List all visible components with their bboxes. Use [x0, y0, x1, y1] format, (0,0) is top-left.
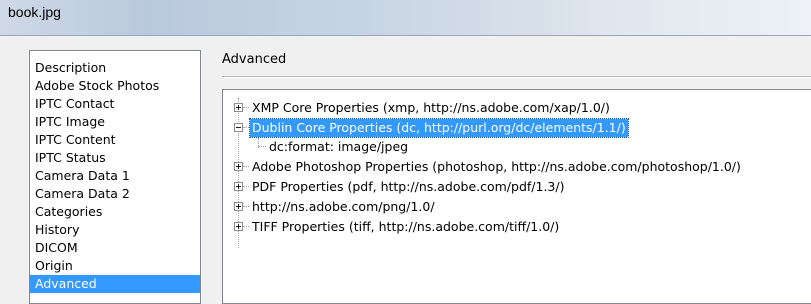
tree-node-label[interactable]: Dublin Core Properties (dc, http://purl.…	[249, 118, 629, 138]
tree-connector-stub	[243, 127, 249, 128]
tree-node-row[interactable]: XMP Core Properties (xmp, http://ns.adob…	[223, 99, 808, 117]
tree-node-label[interactable]: http://ns.adobe.com/png/1.0/	[250, 198, 437, 216]
expand-icon[interactable]	[234, 222, 243, 231]
title-bar[interactable]: book.jpg	[0, 0, 811, 36]
category-list[interactable]: Description Adobe Stock Photos IPTC Contac…	[29, 50, 201, 304]
category-item-iptc-contact[interactable]: IPTC Contact	[30, 95, 200, 113]
tree-child-label: dc:format: image/jpeg	[269, 139, 409, 154]
category-item-advanced[interactable]: Advanced	[30, 275, 200, 293]
tree-connector-stub	[243, 206, 249, 207]
heading-divider	[222, 76, 811, 78]
category-item-camera-data-1[interactable]: Camera Data 1	[30, 167, 200, 185]
category-item-history[interactable]: History	[30, 221, 200, 239]
tree-connector-stub	[243, 107, 249, 108]
category-item-origin[interactable]: Origin	[30, 257, 200, 275]
panel-heading: Advanced	[222, 52, 287, 67]
category-item-dicom[interactable]: DICOM	[30, 239, 200, 257]
expand-icon[interactable]	[234, 182, 243, 191]
tree-node-row[interactable]: Adobe Photoshop Properties (photoshop, h…	[223, 158, 808, 176]
tree-node-row[interactable]: Dublin Core Properties (dc, http://purl.…	[223, 118, 808, 138]
expand-icon[interactable]	[234, 162, 243, 171]
collapse-icon[interactable]	[234, 123, 243, 132]
category-item-categories[interactable]: Categories	[30, 203, 200, 221]
tree-child-row[interactable]: dc:format: image/jpeg	[223, 138, 808, 156]
tree-node-label[interactable]: XMP Core Properties (xmp, http://ns.adob…	[250, 99, 612, 117]
category-item-iptc-status[interactable]: IPTC Status	[30, 149, 200, 167]
tree-connector-stub	[243, 186, 249, 187]
expand-icon[interactable]	[234, 202, 243, 211]
tree-node-label[interactable]: TIFF Properties (tiff, http://ns.adobe.c…	[250, 218, 561, 236]
tree-connector-stub	[258, 146, 266, 147]
window-title: book.jpg	[8, 4, 61, 20]
properties-tree[interactable]: XMP Core Properties (xmp, http://ns.adob…	[222, 89, 811, 304]
tree-node-row[interactable]: PDF Properties (pdf, http://ns.adobe.com…	[223, 178, 808, 196]
tree-node-row[interactable]: TIFF Properties (tiff, http://ns.adobe.c…	[223, 218, 808, 236]
category-item-camera-data-2[interactable]: Camera Data 2	[30, 185, 200, 203]
tree-node-label[interactable]: PDF Properties (pdf, http://ns.adobe.com…	[250, 178, 566, 196]
category-item-iptc-content[interactable]: IPTC Content	[30, 131, 200, 149]
tree-node-row[interactable]: http://ns.adobe.com/png/1.0/	[223, 198, 808, 216]
tree-connector-stub	[243, 166, 249, 167]
expand-icon[interactable]	[234, 103, 243, 112]
category-item-description[interactable]: Description	[30, 59, 200, 77]
tree-connector-stub	[243, 226, 249, 227]
tree-node-label[interactable]: Adobe Photoshop Properties (photoshop, h…	[250, 158, 743, 176]
category-item-adobe-stock-photos[interactable]: Adobe Stock Photos	[30, 77, 200, 95]
category-item-iptc-image[interactable]: IPTC Image	[30, 113, 200, 131]
